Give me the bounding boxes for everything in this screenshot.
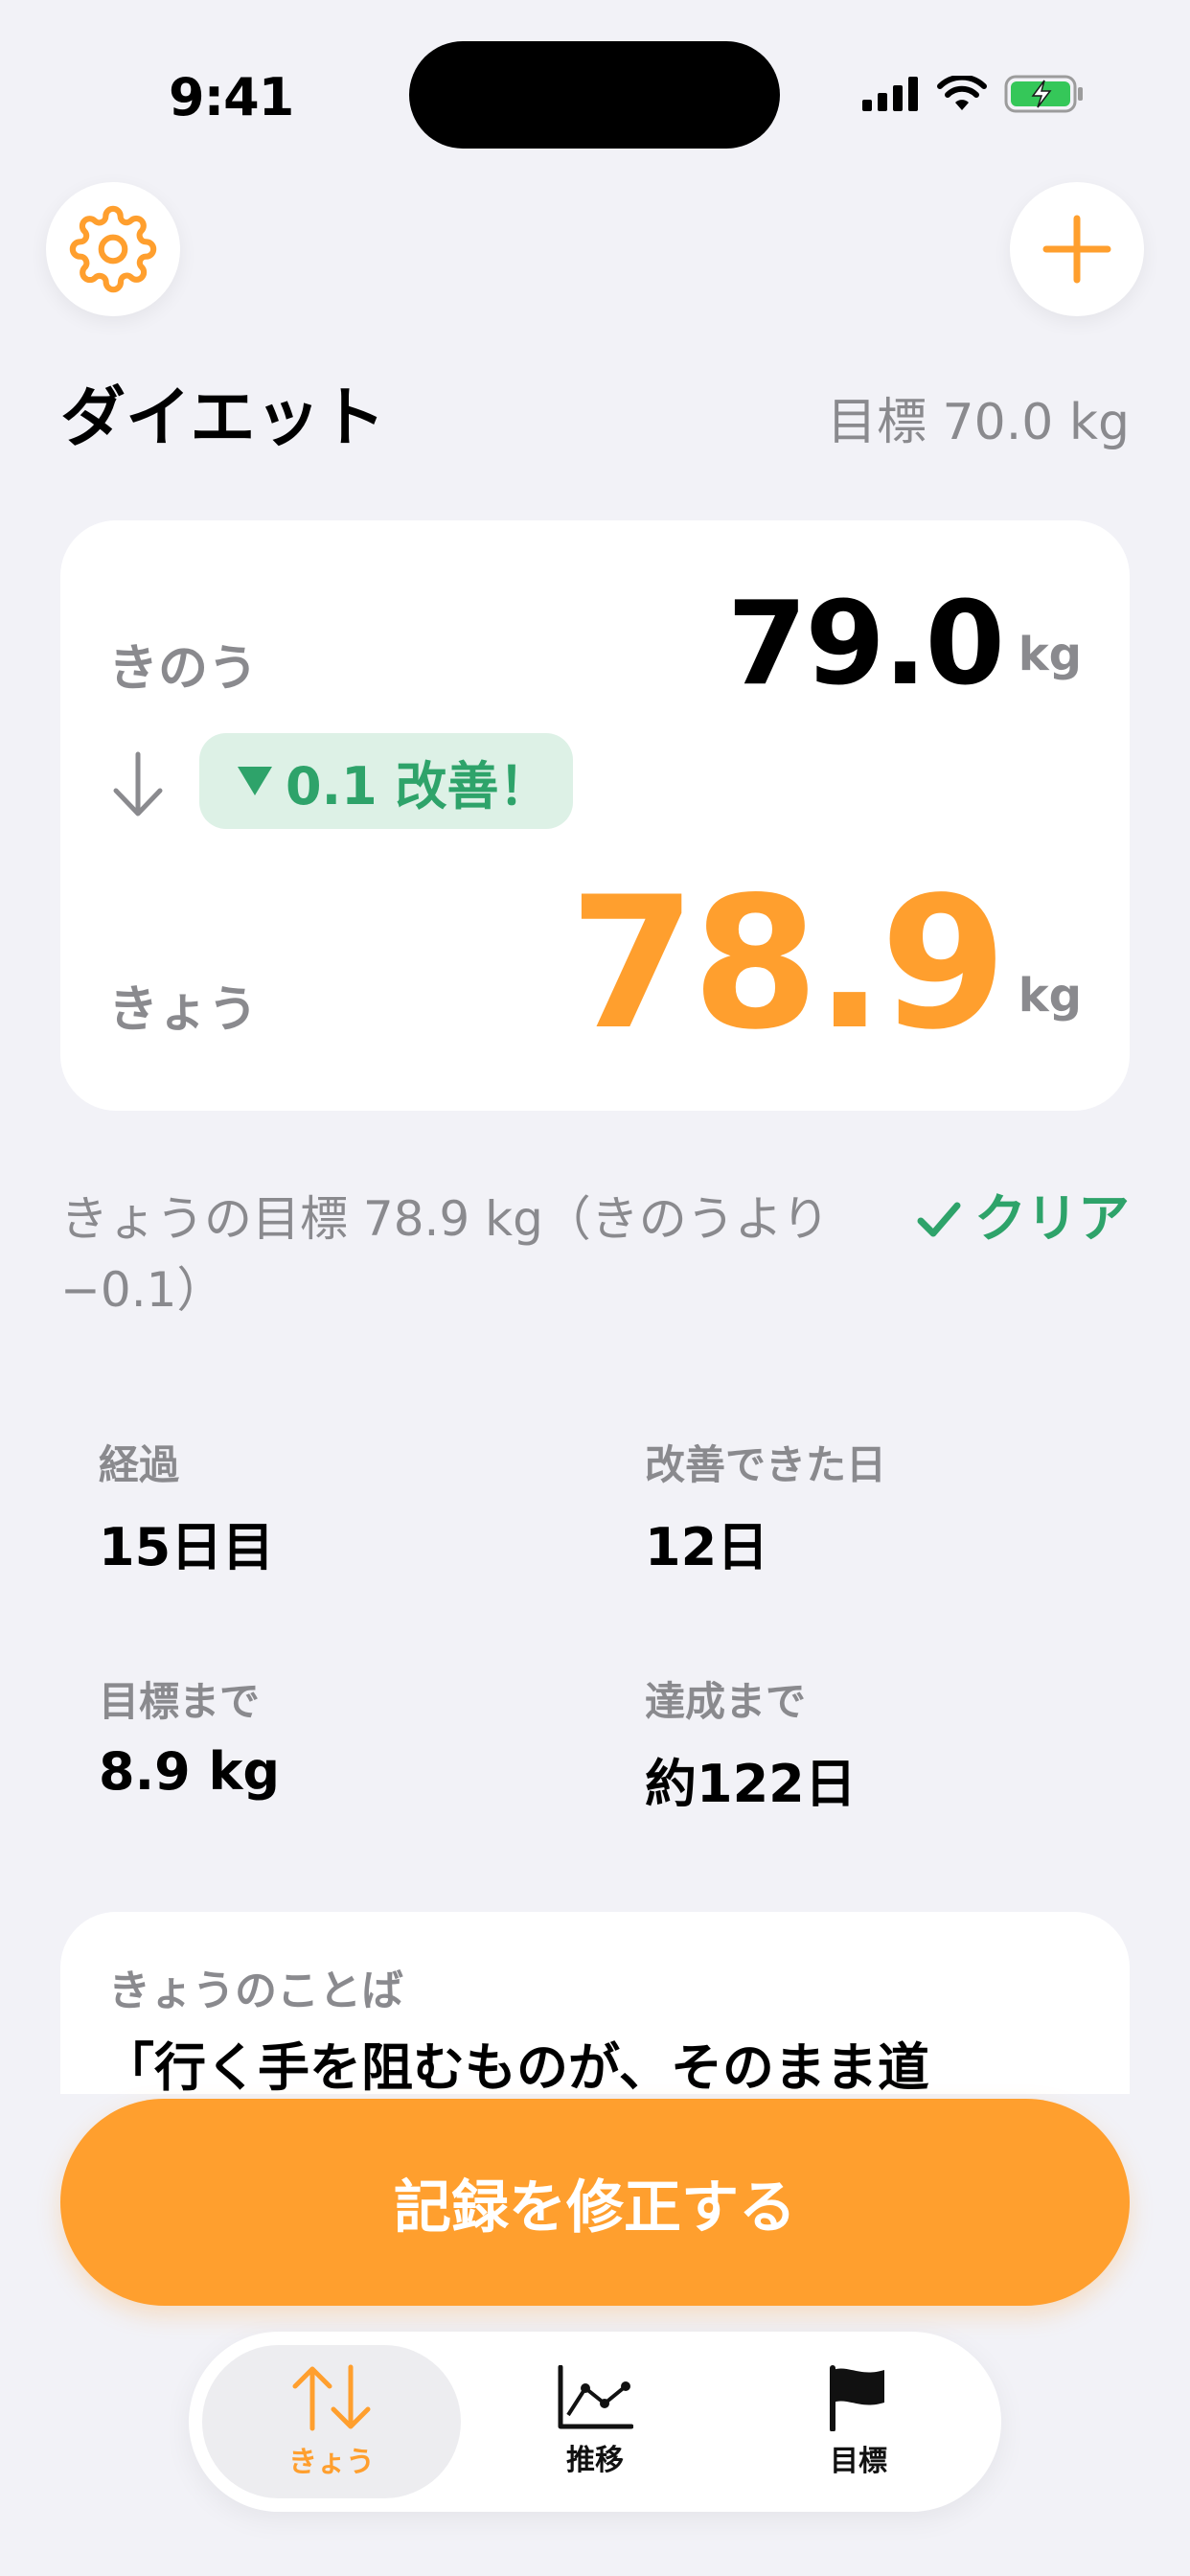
- goal-clear-status: クリア: [917, 1184, 1130, 1254]
- signal-icon: [862, 77, 918, 111]
- tab-bar: きょう 推移 目標: [189, 2332, 1001, 2512]
- today-unit: kg: [1018, 969, 1082, 1023]
- stat-elapsed: 経過 15日目: [99, 1433, 274, 1580]
- change-badge-text: 0.1 改善！: [286, 755, 551, 816]
- stat-days-to-goal: 達成まで 約122日: [645, 1669, 857, 1817]
- stat-remaining-weight: 目標まで 8.9 kg: [99, 1669, 280, 1802]
- wifi-icon: [937, 76, 987, 110]
- flag-icon: [830, 2365, 884, 2431]
- tab-label: 目標: [830, 2445, 887, 2478]
- tab-today[interactable]: きょう: [202, 2345, 461, 2498]
- tab-label: 推移: [566, 2444, 624, 2477]
- yesterday-unit: kg: [1018, 628, 1082, 681]
- today-weight: 78.9: [569, 858, 1007, 1070]
- today-label: きょう: [108, 981, 259, 1039]
- today-screen: 9:41 ダイエット 目標 70.0 kg きのう 79.0 kg 0.1 改善…: [0, 0, 1190, 2576]
- quote-card: きょうのことば 「行く手を阻むものが、そのまま道: [60, 1912, 1130, 2094]
- tab-trend[interactable]: 推移: [466, 2345, 724, 2498]
- stat-label: 達成まで: [645, 1678, 807, 1725]
- stat-label: 目標まで: [99, 1678, 261, 1725]
- target-weight: 目標 70.0 kg: [827, 394, 1130, 451]
- stat-value: 15日目: [99, 1517, 275, 1577]
- yesterday-weight: 79.0: [726, 578, 1005, 711]
- settings-button[interactable]: [46, 182, 180, 316]
- weight-comparison-card: きのう 79.0 kg 0.1 改善！ きょう 78.9 kg: [60, 520, 1130, 1111]
- status-icons: [862, 75, 1085, 113]
- stat-improved-days: 改善できた日 12日: [645, 1433, 886, 1580]
- gear-icon: [69, 205, 157, 293]
- arrow-up-down-icon: [292, 2364, 371, 2431]
- line-chart-icon: [558, 2365, 633, 2429]
- edit-record-button[interactable]: 記録を修正する: [60, 2099, 1130, 2306]
- stat-value: 12日: [645, 1517, 769, 1577]
- stat-label: 改善できた日: [645, 1441, 887, 1488]
- stat-value: 約122日: [645, 1754, 857, 1814]
- battery-charging-icon: [1004, 75, 1083, 113]
- quote-label: きょうのことば: [108, 1966, 403, 2015]
- triangle-down-icon: [238, 767, 272, 795]
- dynamic-island: [409, 41, 780, 149]
- stat-value: 8.9 kg: [99, 1741, 281, 1802]
- change-badge: 0.1 改善！: [199, 733, 573, 829]
- quote-text: 「行く手を阻むものが、そのまま道: [103, 2037, 929, 2094]
- goal-clear-label: クリア: [974, 1188, 1130, 1249]
- page-title: ダイエット: [60, 380, 386, 456]
- checkmark-icon: [917, 1202, 961, 1237]
- stat-label: 経過: [99, 1441, 180, 1488]
- yesterday-label: きのう: [108, 640, 259, 698]
- status-time: 9:41: [169, 67, 294, 127]
- arrow-down-icon: [113, 751, 163, 816]
- today-goal-text: きょうの目標 78.9 kg（きのうより −0.1）: [60, 1191, 830, 1318]
- tab-goal[interactable]: 目標: [729, 2345, 988, 2498]
- plus-icon: [1042, 215, 1111, 284]
- tab-label: きょう: [288, 2446, 375, 2479]
- add-button[interactable]: [1010, 182, 1144, 316]
